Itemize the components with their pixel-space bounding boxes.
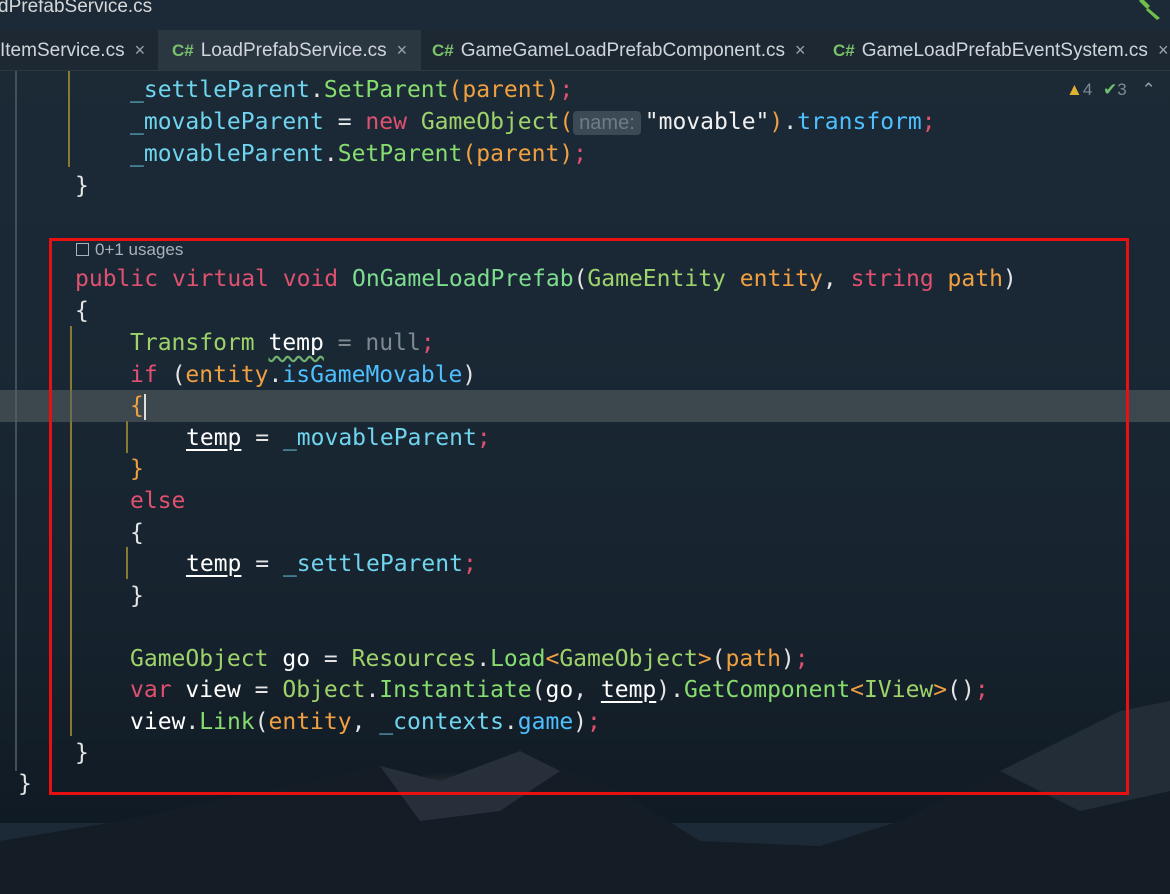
tab-itemservice[interactable]: ItemService.cs × — [0, 30, 145, 70]
close-icon[interactable]: × — [795, 40, 806, 60]
code-line[interactable]: _movableParent = new GameObject(name: "mo… — [0, 106, 1170, 138]
csharp-file-icon: C# — [432, 41, 454, 60]
close-icon[interactable]: × — [1158, 40, 1169, 60]
window-title: dPrefabService.cs — [0, 0, 153, 17]
close-icon[interactable]: × — [397, 40, 408, 60]
window-titlebar: dPrefabService.cs — [0, 0, 1170, 30]
editor-tab-bar: ItemService.cs × C# LoadPrefabService.cs × … — [0, 30, 1170, 71]
parameter-name-hint: name: — [573, 110, 641, 135]
tab-gameloadprefabeventsystem[interactable]: C# GameLoadPrefabEventSystem.cs × — [833, 30, 1168, 70]
tab-label: GameGameLoadPrefabComponent.cs — [460, 40, 785, 61]
inspections-widget[interactable]: ▲4 ✔3 ⌃ — [1066, 79, 1156, 101]
tab-label: GameLoadPrefabEventSystem.cs — [861, 40, 1148, 61]
tab-label: ItemService.cs — [0, 40, 125, 61]
ok-count: 3 — [1117, 80, 1127, 99]
build-hammer-icon[interactable] — [1136, 0, 1164, 20]
chevron-up-icon[interactable]: ⌃ — [1141, 80, 1155, 99]
tab-loadprefabservice[interactable]: C# LoadPrefabService.cs × — [158, 30, 422, 70]
warning-icon: ▲ — [1066, 80, 1083, 99]
csharp-file-icon: C# — [172, 41, 194, 60]
code-line[interactable]: } — [0, 170, 1170, 202]
warning-count: 4 — [1082, 80, 1093, 99]
check-icon: ✔ — [1103, 80, 1118, 99]
code-line[interactable]: _movableParent.SetParent(parent); — [0, 138, 1170, 170]
selection-highlight-box — [49, 238, 1129, 795]
close-icon[interactable]: × — [135, 40, 146, 60]
tab-label: LoadPrefabService.cs — [200, 40, 387, 61]
code-editor[interactable]: _settleParent.SetParent(parent); _movabl… — [0, 71, 1170, 894]
csharp-file-icon: C# — [833, 41, 855, 60]
tab-gamegameloadprefabcomponent[interactable]: C# GameGameLoadPrefabComponent.cs × — [432, 30, 805, 70]
code-line[interactable]: _settleParent.SetParent(parent); — [0, 74, 1170, 106]
